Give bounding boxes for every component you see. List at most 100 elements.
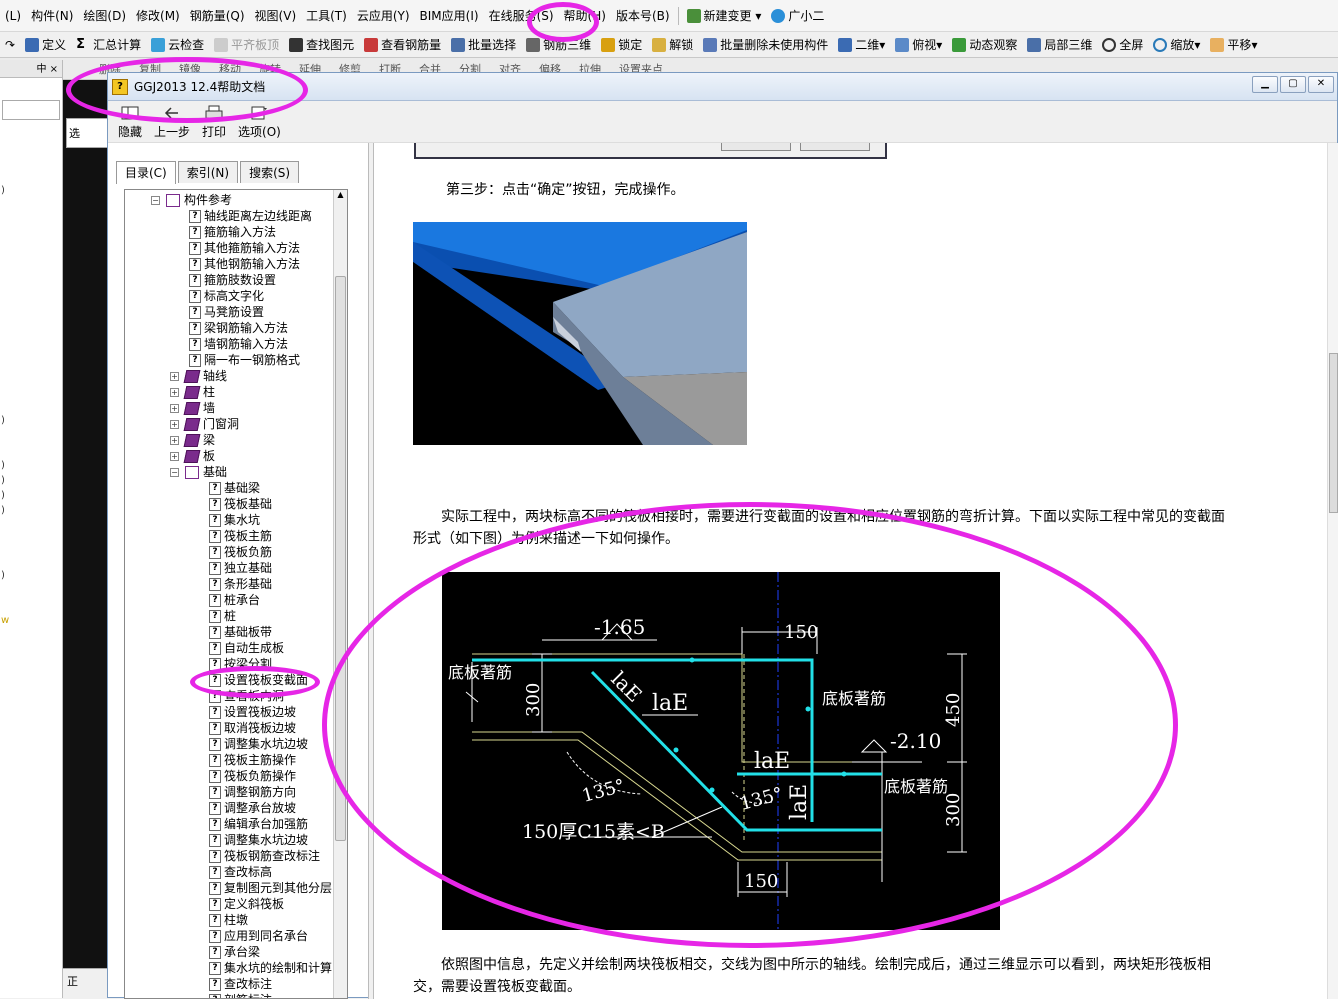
tree-node-book[interactable]: +墙 — [170, 400, 215, 416]
menu-item-guangxiaoer[interactable]: 广小二 — [766, 1, 829, 31]
top-view-button[interactable]: 俯视 ▾ — [890, 33, 947, 57]
hide-button[interactable]: 隐藏 — [118, 105, 142, 142]
unlock-button[interactable]: 解锁 — [647, 33, 698, 57]
menu-item-rebar-qty[interactable]: 钢筋量(Q) — [185, 1, 250, 31]
tree-topic[interactable]: ?独立基础 — [209, 560, 272, 576]
tree-topic[interactable]: ?调整钢筋方向 — [209, 784, 296, 800]
expand-icon[interactable]: + — [170, 404, 179, 413]
tree-topic[interactable]: ?隔一布一钢筋格式 — [189, 352, 300, 368]
left-dock-field[interactable] — [2, 100, 60, 120]
options-button[interactable]: 选项(O) — [238, 105, 281, 142]
lock-button[interactable]: 锁定 — [596, 33, 647, 57]
select-panel[interactable]: 选 — [66, 118, 108, 148]
tree-node-book[interactable]: +门窗洞 — [170, 416, 239, 432]
tree-topic[interactable]: ?筏板负筋 — [209, 544, 272, 560]
tree-topic[interactable]: ?标高文字化 — [189, 288, 264, 304]
menu-item-tools[interactable]: 工具(T) — [301, 1, 352, 31]
tree-topic[interactable]: ?调整集水坑边坡 — [209, 832, 308, 848]
view-2d-button[interactable]: 二维 ▾ — [833, 33, 890, 57]
tree-topic[interactable]: ?自动生成板 — [209, 640, 284, 656]
view-rebar-qty-button[interactable]: 查看钢筋量 — [359, 33, 446, 57]
menu-item-l[interactable]: (L) — [0, 1, 26, 31]
tree-topic[interactable]: ?其他钢筋输入方法 — [189, 256, 300, 272]
tab-search[interactable]: 搜索(S) — [240, 161, 299, 183]
tree-topic[interactable]: ?取消筏板边坡 — [209, 720, 296, 736]
tree-topic[interactable]: ?桩承台 — [209, 592, 260, 608]
redo-button[interactable]: ↷ — [0, 33, 20, 57]
dynamic-observe-button[interactable]: 动态观察 — [947, 33, 1022, 57]
zoom-button[interactable]: 缩放 ▾ — [1148, 33, 1205, 57]
expand-icon[interactable]: + — [170, 436, 179, 445]
menu-item-bim[interactable]: BIM应用(I) — [415, 1, 484, 31]
tree-topic[interactable]: ?其他箍筋输入方法 — [189, 240, 300, 256]
tree-topic[interactable]: ?复制图元到其他分层 — [209, 880, 332, 896]
define-button[interactable]: 定义 — [20, 33, 71, 57]
tree-topic[interactable]: ?筏板钢筋查改标注 — [209, 848, 320, 864]
tree-scroll-thumb[interactable] — [335, 276, 346, 841]
tab-index[interactable]: 索引(N) — [178, 161, 238, 183]
tab-contents[interactable]: 目录(C) — [116, 161, 176, 184]
tree-topic[interactable]: ?墙钢筋输入方法 — [189, 336, 288, 352]
tree-topic[interactable]: ?筏板主筋 — [209, 528, 272, 544]
tree-node-book[interactable]: +板 — [170, 448, 215, 464]
tree-node-component-reference[interactable]: −构件参考 — [151, 192, 232, 208]
expand-icon[interactable]: + — [170, 452, 179, 461]
tree-scroll-up[interactable]: ▲ — [334, 190, 347, 204]
tree-topic[interactable]: ?编辑承台加强筋 — [209, 816, 308, 832]
expand-icon[interactable]: + — [170, 420, 179, 429]
tree-node-foundation[interactable]: −基础 — [170, 464, 227, 480]
local-3d-button[interactable]: 局部三维 — [1022, 33, 1097, 57]
menu-item-online[interactable]: 在线服务(S) — [484, 1, 559, 31]
menu-item-cloud[interactable]: 云应用(Y) — [352, 1, 415, 31]
collapse-icon[interactable]: − — [170, 468, 179, 477]
tree-topic[interactable]: ?查改标高 — [209, 864, 272, 880]
maximize-button[interactable]: ▢ — [1280, 76, 1306, 93]
menu-item-version[interactable]: 版本号(B) — [611, 1, 675, 31]
tree-topic[interactable]: ?筏板主筋操作 — [209, 752, 296, 768]
tree-topic[interactable]: ?梁钢筋输入方法 — [189, 320, 288, 336]
menu-item-draw[interactable]: 绘图(D) — [78, 1, 131, 31]
left-dock-pin[interactable]: 中 — [36, 64, 46, 75]
tree-topic[interactable]: ?按梁分割 — [209, 656, 272, 672]
tree-topic[interactable]: ?箍筋输入方法 — [189, 224, 276, 240]
menu-item-new-change[interactable]: 新建变更 ▾ — [682, 1, 767, 31]
tree-topic[interactable]: ?桩 — [209, 608, 236, 624]
tree-topic[interactable]: ?基础梁 — [209, 480, 260, 496]
tree-topic[interactable]: ?箍筋肢数设置 — [189, 272, 276, 288]
tree-topic[interactable]: ?设置筏板边坡 — [209, 704, 296, 720]
batch-delete-unused-button[interactable]: 批量删除未使用构件 — [698, 33, 833, 57]
menu-item-component[interactable]: 构件(N) — [26, 1, 78, 31]
tree-topic[interactable]: ?调整集水坑边坡 — [209, 736, 308, 752]
tree-topic[interactable]: ?马凳筋设置 — [189, 304, 264, 320]
tree-topic[interactable]: ?筏板负筋操作 — [209, 768, 296, 784]
cloud-check-button[interactable]: 云检查 — [146, 33, 209, 57]
tree-topic[interactable]: ?调整承台放坡 — [209, 800, 296, 816]
tree-topic[interactable]: ?柱墩 — [209, 912, 248, 928]
expand-icon[interactable]: + — [170, 388, 179, 397]
content-scrollbar[interactable] — [1327, 143, 1338, 999]
print-button[interactable]: 打印 — [202, 105, 226, 142]
minimize-button[interactable]: ▁ — [1252, 76, 1278, 93]
tree-topic[interactable]: ?查改标注 — [209, 976, 272, 992]
tree-scrollbar[interactable]: ▲ — [333, 190, 347, 998]
tree-node-book[interactable]: +柱 — [170, 384, 215, 400]
menu-item-modify[interactable]: 修改(M) — [131, 1, 185, 31]
menu-item-help[interactable]: 帮助(H) — [559, 1, 611, 31]
drawing-canvas[interactable] — [63, 80, 107, 998]
tree-topic[interactable]: ?轴线距离左边线距离 — [189, 208, 312, 224]
tree-node-book[interactable]: +梁 — [170, 432, 215, 448]
tree-topic[interactable]: ?集水坑 — [209, 512, 260, 528]
fullscreen-button[interactable]: 全屏 — [1097, 33, 1148, 57]
tree-topic[interactable]: ?查看板内洞 — [209, 688, 284, 704]
find-element-button[interactable]: 查找图元 — [284, 33, 359, 57]
expand-icon[interactable]: + — [170, 372, 179, 381]
tree-topic[interactable]: ?基础板带 — [209, 624, 272, 640]
tree-topic[interactable]: ?定义斜筏板 — [209, 896, 284, 912]
tree-topic[interactable]: ?承台梁 — [209, 944, 260, 960]
tree-topic[interactable]: ?应用到同名承台 — [209, 928, 308, 944]
align-slab-top-button[interactable]: 平齐板顶 — [209, 33, 284, 57]
batch-select-button[interactable]: 批量选择 — [446, 33, 521, 57]
status-front[interactable]: 正 — [67, 975, 78, 988]
tree-topic[interactable]: ?设置筏板变截面 — [209, 672, 308, 688]
rebar-3d-button[interactable]: 钢筋三维 — [521, 33, 596, 57]
